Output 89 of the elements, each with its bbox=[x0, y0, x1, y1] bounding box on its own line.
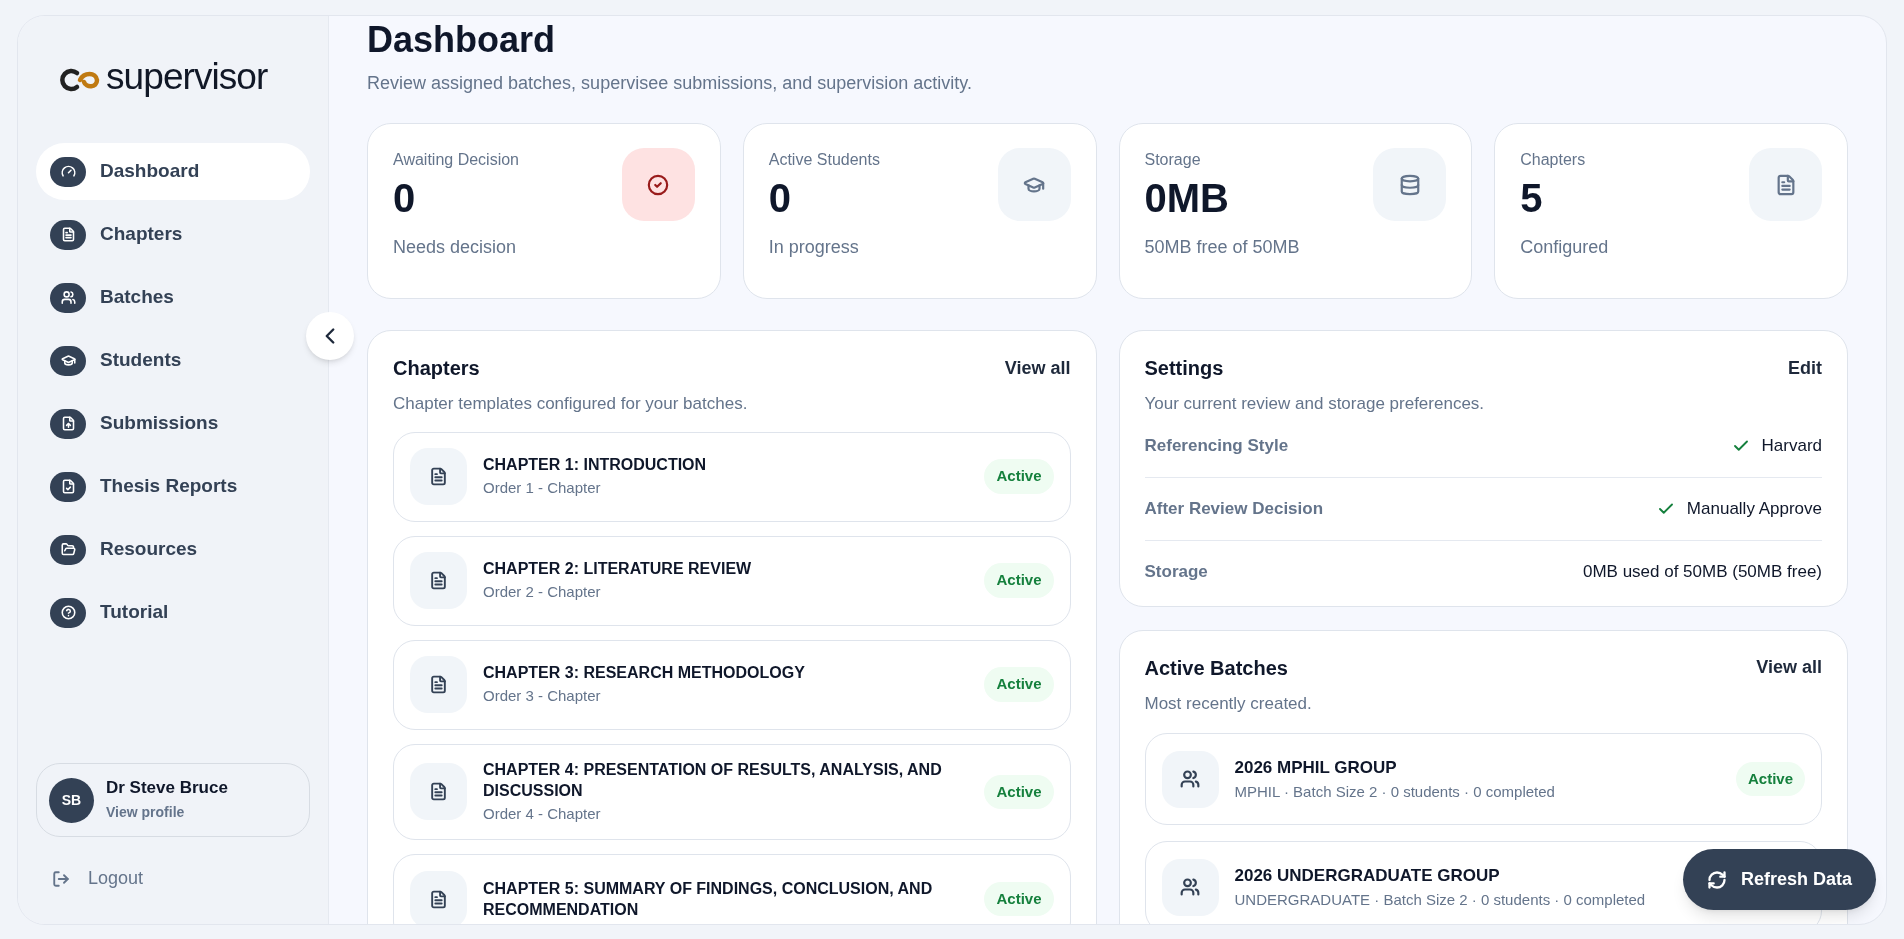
help-icon bbox=[50, 597, 86, 628]
stat-caption: Configured bbox=[1520, 236, 1609, 259]
panel-action-link[interactable]: Edit bbox=[1788, 354, 1822, 382]
gauge-icon bbox=[50, 156, 86, 187]
status-badge: Active bbox=[984, 459, 1054, 494]
panel-action-link[interactable]: View all bbox=[1004, 354, 1071, 382]
stat-caption: Needs decision bbox=[393, 236, 518, 259]
stat-label: Storage bbox=[1144, 150, 1202, 170]
stat-value: 0 bbox=[768, 175, 792, 222]
logout-icon bbox=[52, 869, 70, 888]
status-badge: Active bbox=[984, 881, 1054, 917]
document-icon bbox=[410, 448, 467, 505]
document-icon bbox=[410, 763, 467, 821]
people-icon bbox=[1161, 858, 1219, 916]
refresh-button[interactable]: Refresh Data bbox=[1682, 849, 1876, 910]
folder-icon bbox=[50, 534, 86, 565]
batch-meta: UNDERGRADUATE · Batch Size 2 · 0 students · 0 completed bbox=[1234, 890, 1646, 910]
graduate-icon bbox=[50, 345, 86, 376]
document-icon bbox=[410, 656, 467, 713]
chapter-title: CHAPTER 2: LITERATURE REVIEW bbox=[483, 558, 753, 579]
stat-value: 0 bbox=[393, 175, 417, 222]
panel-title: Settings bbox=[1144, 356, 1224, 381]
setting-value: 0MB used of 50MB (50MB free) bbox=[1582, 561, 1822, 584]
chapter-row[interactable]: CHAPTER 3: RESEARCH METHODOLOGY Order 3 - Chapter Active bbox=[393, 639, 1071, 730]
stat-value: 0MB bbox=[1144, 175, 1230, 222]
nav-item[interactable]: Resources bbox=[36, 521, 310, 578]
stat-label: Active Students bbox=[768, 150, 880, 170]
document-icon bbox=[1749, 148, 1822, 221]
refresh-icon bbox=[1706, 869, 1727, 890]
status-badge: Active bbox=[984, 774, 1054, 809]
nav-item[interactable]: Submissions bbox=[36, 395, 310, 452]
batch-meta: MPHIL · Batch Size 2 · 0 students · 0 completed bbox=[1234, 782, 1555, 802]
setting-value: Manually Approve bbox=[1686, 497, 1822, 520]
nav-item[interactable]: Tutorial bbox=[36, 584, 310, 641]
stat-caption: In progress bbox=[768, 236, 860, 259]
panel-title: Chapters bbox=[393, 356, 480, 381]
logout-button[interactable]: Logout bbox=[52, 865, 144, 892]
avatar: SB bbox=[49, 777, 94, 823]
chapter-row[interactable]: CHAPTER 4: PRESENTATION OF RESULTS, ANALYSIS, AND DISCUSSION Order 4 - Chapter Active bbox=[393, 743, 1071, 840]
panel-title: Active Batches bbox=[1144, 655, 1288, 681]
panel-description: Chapter templates configured for your batches. bbox=[393, 393, 749, 415]
chapter-subtitle: Order 2 - Chapter bbox=[483, 581, 602, 602]
database-icon bbox=[1373, 148, 1447, 221]
setting-value: Harvard bbox=[1761, 434, 1822, 457]
profile-link[interactable]: View profile bbox=[106, 801, 228, 823]
graduation-cap-icon bbox=[997, 148, 1071, 221]
stat-value: 5 bbox=[1520, 175, 1544, 222]
panel-description: Your current review and storage preferences. bbox=[1144, 393, 1486, 415]
nav-item[interactable]: Thesis Reports bbox=[36, 458, 310, 515]
status-badge: Active bbox=[984, 563, 1054, 598]
nav-item[interactable]: Chapters bbox=[36, 206, 310, 263]
panel-description: Most recently created. bbox=[1144, 692, 1313, 715]
file-check-icon bbox=[50, 471, 86, 502]
nav-item[interactable]: Students bbox=[36, 332, 310, 389]
nav-item[interactable]: Batches bbox=[36, 269, 310, 326]
chapter-title: CHAPTER 1: INTRODUCTION bbox=[483, 454, 708, 475]
setting-label: Storage bbox=[1144, 561, 1208, 584]
batch-name: 2026 MPHIL GROUP bbox=[1234, 756, 1397, 779]
chapter-title: CHAPTER 5: SUMMARY OF FINDINGS, CONCLUSION, AND RECOMMENDATION bbox=[483, 879, 934, 920]
stat-label: Awaiting Decision bbox=[393, 150, 519, 170]
chapter-title: CHAPTER 4: PRESENTATION OF RESULTS, ANALYSIS, AND DISCUSSION bbox=[483, 759, 943, 801]
setting-label: After Review Decision bbox=[1144, 497, 1324, 520]
chapter-subtitle: Order 4 - Chapter bbox=[483, 803, 602, 824]
batch-row[interactable]: 2026 MPHIL GROUP MPHIL · Batch Size 2 · 0 students · 0 completed Active bbox=[1144, 733, 1822, 825]
profile-card[interactable]: SB Dr Steve Bruce View profile bbox=[36, 763, 310, 837]
panel-action-link[interactable]: View all bbox=[1756, 654, 1822, 681]
batch-name: 2026 UNDERGRADUATE GROUP bbox=[1234, 864, 1500, 887]
file-upload-icon bbox=[50, 408, 86, 439]
chapter-subtitle: Order 3 - Chapter bbox=[483, 685, 602, 706]
setting-label: Referencing Style bbox=[1144, 434, 1289, 457]
chapter-row[interactable]: CHAPTER 1: INTRODUCTION Order 1 - Chapter Active bbox=[393, 431, 1071, 522]
profile-name: Dr Steve Bruce bbox=[106, 777, 228, 799]
document-icon bbox=[410, 552, 467, 609]
chapter-subtitle: Order 1 - Chapter bbox=[483, 477, 602, 498]
people-icon bbox=[1161, 750, 1219, 808]
stat-label: Chapters bbox=[1520, 150, 1587, 170]
page-title: Dashboard bbox=[367, 18, 557, 62]
chapter-row[interactable]: CHAPTER 5: SUMMARY OF FINDINGS, CONCLUSION, AND RECOMMENDATION Active bbox=[393, 854, 1071, 924]
nav-item[interactable]: Dashboard bbox=[36, 143, 310, 200]
page-subtitle: Review assigned batches, supervisee submissions, and supervision activity. bbox=[367, 72, 973, 95]
status-badge: Active bbox=[984, 667, 1054, 702]
stat-caption: 50MB free of 50MB bbox=[1144, 236, 1300, 259]
collapse-button[interactable] bbox=[306, 312, 354, 360]
document-icon bbox=[50, 219, 86, 250]
chapter-title: CHAPTER 3: RESEARCH METHODOLOGY bbox=[483, 662, 806, 683]
brand-name: supervisor bbox=[106, 58, 268, 95]
people-icon bbox=[50, 282, 86, 313]
chapter-row[interactable]: CHAPTER 2: LITERATURE REVIEW Order 2 - Chapter Active bbox=[393, 535, 1071, 626]
status-badge: Active bbox=[1735, 761, 1805, 797]
